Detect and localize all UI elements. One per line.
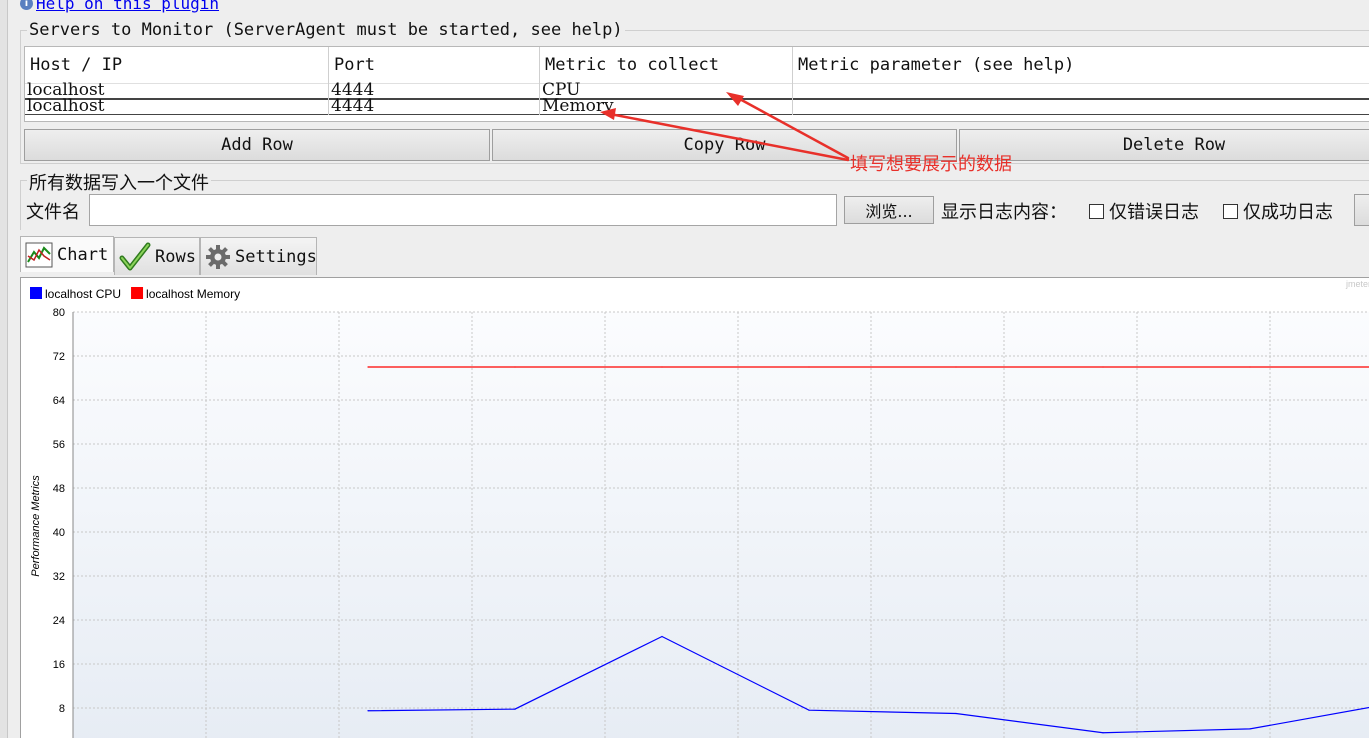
- data-point: [1249, 728, 1251, 730]
- cell-port[interactable]: 4444: [329, 97, 540, 115]
- tab-settings[interactable]: Settings: [200, 237, 317, 275]
- y-tick-label: 40: [53, 527, 65, 539]
- cell-host[interactable]: localhost: [25, 97, 329, 115]
- cell-parameter[interactable]: [793, 97, 1369, 115]
- success-only-label: 仅成功日志: [1243, 202, 1333, 223]
- y-tick-label: 80: [53, 307, 65, 319]
- servers-legend: Servers to Monitor (ServerAgent must be …: [27, 20, 625, 40]
- data-point: [955, 366, 957, 368]
- y-tick-label: 72: [53, 351, 65, 363]
- data-point: [661, 366, 663, 368]
- info-icon: i: [20, 0, 33, 10]
- performance-chart: 8 16 24 32 40 48 56 64 72 80 localhost CPU localho…: [30, 279, 1369, 738]
- servers-table[interactable]: Host / IP Port Metric to collect Metric …: [24, 46, 1369, 122]
- data-point: [661, 635, 663, 638]
- column-header-port[interactable]: Port: [329, 47, 540, 83]
- success-only-checkbox[interactable]: 仅成功日志: [1223, 198, 1333, 224]
- column-header-metric[interactable]: Metric to collect: [540, 47, 793, 83]
- data-point: [514, 708, 516, 710]
- add-row-button[interactable]: Add Row: [24, 129, 490, 161]
- data-point: [367, 366, 369, 368]
- y-tick-label: 24: [53, 615, 65, 627]
- file-legend: 所有数据写入一个文件: [27, 169, 211, 195]
- y-tick-label: 64: [53, 395, 65, 407]
- errors-only-checkbox[interactable]: 仅错误日志: [1089, 198, 1199, 224]
- data-point: [808, 709, 810, 711]
- tab-chart[interactable]: Chart: [20, 236, 114, 272]
- table-row[interactable]: localhost 4444 Memory: [25, 97, 1369, 115]
- errors-only-label: 仅错误日志: [1109, 202, 1199, 223]
- data-point: [955, 712, 957, 715]
- cell-metric[interactable]: Memory: [540, 97, 793, 115]
- browse-button[interactable]: 浏览...: [844, 196, 934, 224]
- data-point: [367, 710, 369, 712]
- log-display-label: 显示日志内容：: [941, 202, 1067, 223]
- checkmark-icon: [119, 242, 151, 272]
- legend-swatch: [30, 287, 42, 299]
- data-point: [514, 366, 516, 368]
- tab-chart-label: Chart: [57, 244, 109, 265]
- data-point: [1102, 732, 1104, 734]
- column-header-host[interactable]: Host / IP: [25, 47, 329, 83]
- help-row: i Help on this plugin: [20, 0, 219, 13]
- data-point: [1102, 366, 1104, 368]
- y-tick-label: 16: [53, 659, 65, 671]
- window-left-border: [0, 0, 8, 738]
- legend-label: localhost CPU: [45, 287, 121, 301]
- legend-label: localhost Memory: [146, 287, 240, 301]
- y-tick-label: 48: [53, 483, 65, 495]
- y-tick-label: 56: [53, 439, 65, 451]
- delete-row-button[interactable]: Delete Row: [959, 129, 1369, 161]
- filename-label: 文件名: [26, 202, 80, 223]
- annotation-text: 填写想要展示的数据: [850, 154, 1012, 175]
- chart-panel: 8 16 24 32 40 48 56 64 72 80 localhost CPU localho…: [20, 277, 1369, 738]
- y-tick-label: 8: [59, 703, 65, 715]
- y-tick-label: 32: [53, 571, 65, 583]
- tab-settings-label: Settings: [235, 246, 317, 267]
- help-link[interactable]: Help on this plugin: [36, 0, 219, 13]
- filename-input[interactable]: [89, 194, 837, 226]
- chart-icon: [25, 242, 53, 268]
- legend-swatch: [131, 287, 144, 299]
- checkbox-box[interactable]: [1089, 203, 1104, 219]
- gear-icon: [205, 244, 231, 270]
- watermark-text: jmeter: [1345, 279, 1369, 289]
- column-header-parameter[interactable]: Metric parameter (see help): [793, 47, 1369, 83]
- y-axis-label: Performance Metrics: [30, 475, 42, 577]
- checkbox-box[interactable]: [1223, 203, 1238, 219]
- tab-rows[interactable]: Rows: [114, 237, 200, 275]
- tab-rows-label: Rows: [155, 246, 196, 267]
- data-point: [1249, 366, 1251, 368]
- configure-button[interactable]: [1354, 194, 1369, 226]
- data-point: [808, 366, 810, 368]
